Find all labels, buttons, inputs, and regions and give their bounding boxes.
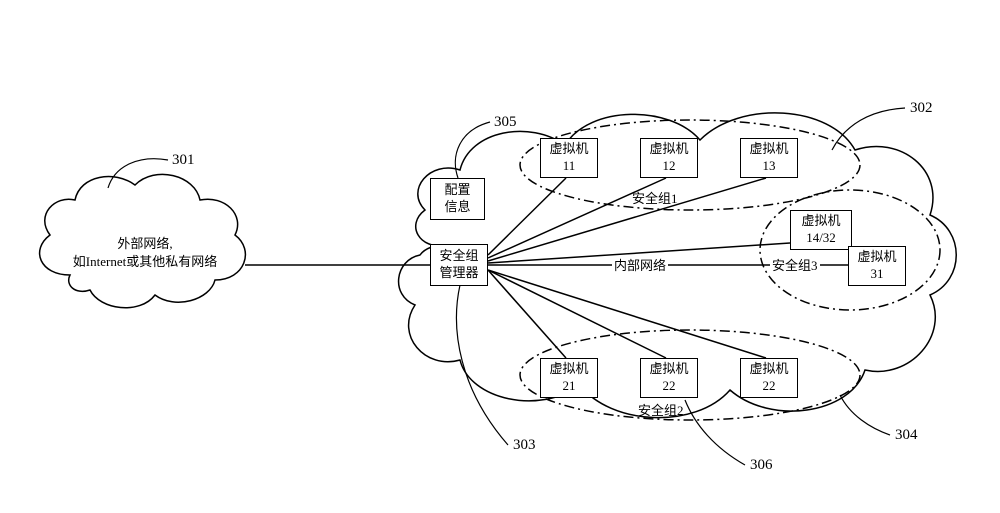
external-network-label: 外部网络,如Internet或其他私有网络 (60, 235, 230, 271)
vm-14-32-box: 虚拟机14/32 (790, 210, 852, 250)
ref-305: 305 (494, 114, 517, 131)
vm-31-box: 虚拟机31 (848, 246, 906, 286)
ref-302: 302 (910, 100, 933, 117)
security-group-1-label: 安全组1 (632, 190, 678, 208)
vm-11-box: 虚拟机11 (540, 138, 598, 178)
ref-301: 301 (172, 152, 195, 169)
ref-303: 303 (513, 437, 536, 454)
security-group-2-label: 安全组2 (638, 402, 684, 420)
vm-22a-box: 虚拟机22 (640, 358, 698, 398)
vm-21-box: 虚拟机21 (540, 358, 598, 398)
ref-306: 306 (750, 457, 773, 474)
vm-22b-box: 虚拟机22 (740, 358, 798, 398)
internal-network-label: 内部网络 (612, 257, 668, 275)
vm-13-box: 虚拟机13 (740, 138, 798, 178)
config-info-box: 配置 信息 (430, 178, 485, 220)
vm-12-box: 虚拟机12 (640, 138, 698, 178)
ref-304: 304 (895, 427, 918, 444)
security-group-manager-box: 安全组 管理器 (430, 244, 488, 286)
security-group-3-label: 安全组3 (770, 257, 820, 275)
